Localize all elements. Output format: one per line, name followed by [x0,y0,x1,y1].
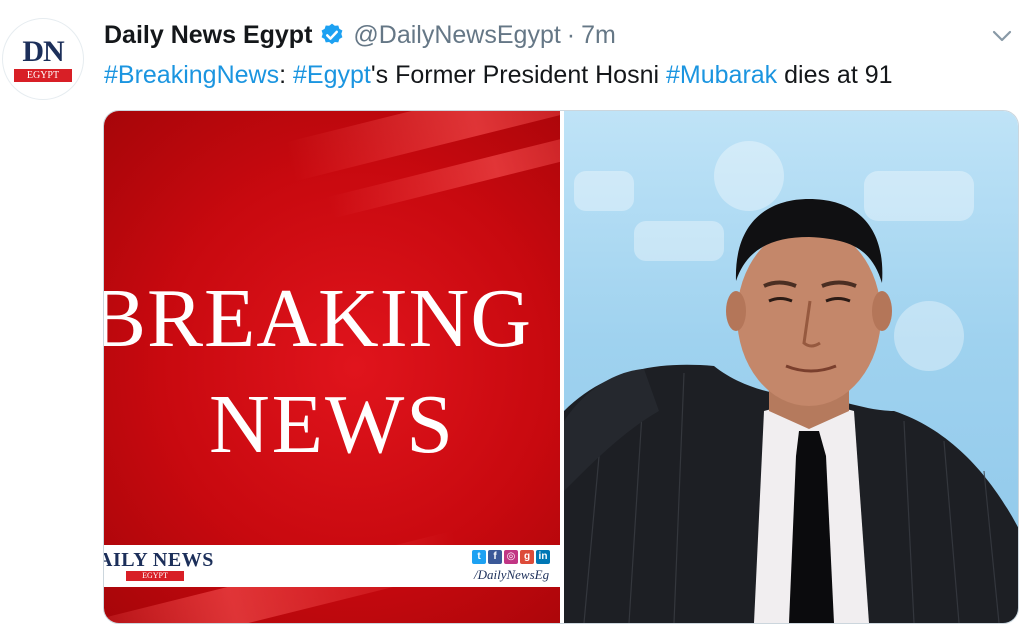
instagram-icon: ◎ [504,550,518,564]
brand-name: AILY NEWS [104,549,214,571]
tweet-text: #BreakingNews: #Egypt's Former President… [104,58,893,92]
chevron-down-icon[interactable] [988,22,1016,50]
display-name[interactable]: Daily News Egypt [104,21,312,50]
tweet-text-segment: 's Former President Hosni [370,61,666,89]
googleplus-icon: g [520,550,534,564]
portrait-figure [564,199,1018,623]
avatar-logo-subtext: EGYPT [14,69,72,82]
social-icons: t f ◎ g in [472,550,550,564]
tweet-header: Daily News Egypt @DailyNewsEgypt · 7m [104,17,616,53]
facebook-icon: f [488,550,502,564]
hashtag-link[interactable]: #Egypt [293,61,371,89]
breaking-heading: BREAKING [104,272,532,365]
timestamp[interactable]: 7m [581,21,616,50]
breaking-news-image[interactable]: BREAKING NEWS AILY NEWS EGYPT t f ◎ g in… [104,111,560,623]
tweet-text-segment: : [279,61,293,89]
tweet-media[interactable]: BREAKING NEWS AILY NEWS EGYPT t f ◎ g in… [103,110,1019,624]
linkedin-icon: in [536,550,550,564]
brand-subtext: EGYPT [126,571,184,581]
avatar[interactable]: DN EGYPT [2,18,84,100]
avatar-logo-text: DN [22,35,64,68]
twitter-icon: t [472,550,486,564]
brand-strip: AILY NEWS EGYPT t f ◎ g in /DailyNewsEg [104,545,560,587]
tweet-text-segment: dies at 91 [777,61,893,89]
portrait-photo[interactable] [564,111,1018,623]
verified-badge-icon [319,22,345,48]
brand-url: /DailyNewsEg [474,567,550,582]
news-heading: NEWS [209,378,455,471]
handle[interactable]: @DailyNewsEgypt [353,21,560,50]
hashtag-link[interactable]: #Mubarak [666,61,777,89]
hashtag-link[interactable]: #BreakingNews [104,61,279,89]
separator-dot: · [566,20,576,49]
